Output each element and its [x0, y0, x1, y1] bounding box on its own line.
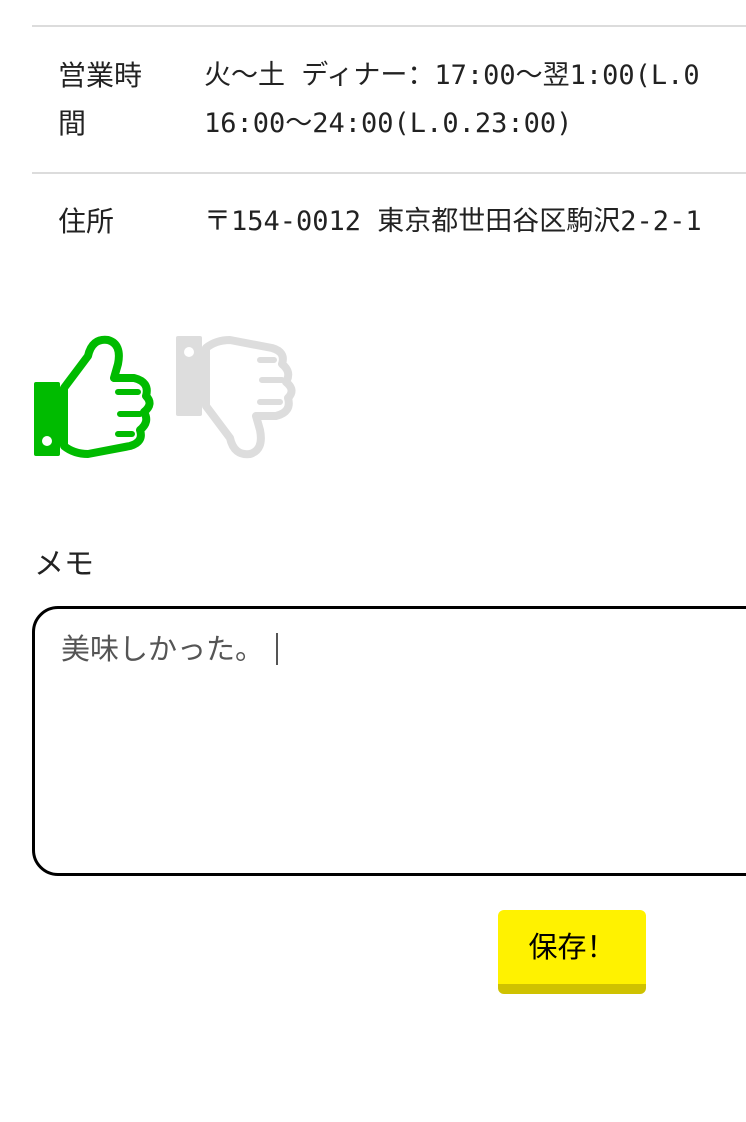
- thumbs-down-icon: [176, 336, 296, 459]
- dislike-button[interactable]: [172, 330, 300, 470]
- text-caret: [276, 633, 279, 665]
- hours-label: 営業時間: [58, 59, 143, 140]
- address-value: 〒154-0012 東京都世田谷区駒沢2-2-1: [204, 206, 702, 237]
- address-label: 住所: [58, 205, 115, 238]
- memo-label: メモ: [34, 547, 94, 582]
- thumbs-up-icon: [34, 335, 154, 458]
- memo-value: 美味しかった。: [61, 632, 265, 666]
- info-row-hours: 営業時間 火〜土 ディナー：17:00〜翌1:00(L.0 16:00〜24:0…: [32, 52, 746, 152]
- save-button[interactable]: 保存！: [498, 910, 646, 994]
- hours-value-line1: 火〜土 ディナー：17:00〜翌1:00(L.0: [204, 60, 700, 91]
- divider-middle: [32, 172, 746, 174]
- hours-value-line2: 16:00〜24:00(L.0.23:00): [204, 108, 573, 139]
- like-button[interactable]: [30, 330, 154, 466]
- memo-textarea[interactable]: 美味しかった。: [32, 606, 746, 876]
- memo-text-wrapper: 美味しかった。: [61, 627, 279, 671]
- divider-top: [32, 25, 746, 27]
- info-row-address: 住所 〒154-0012 東京都世田谷区駒沢2-2-1: [32, 198, 746, 248]
